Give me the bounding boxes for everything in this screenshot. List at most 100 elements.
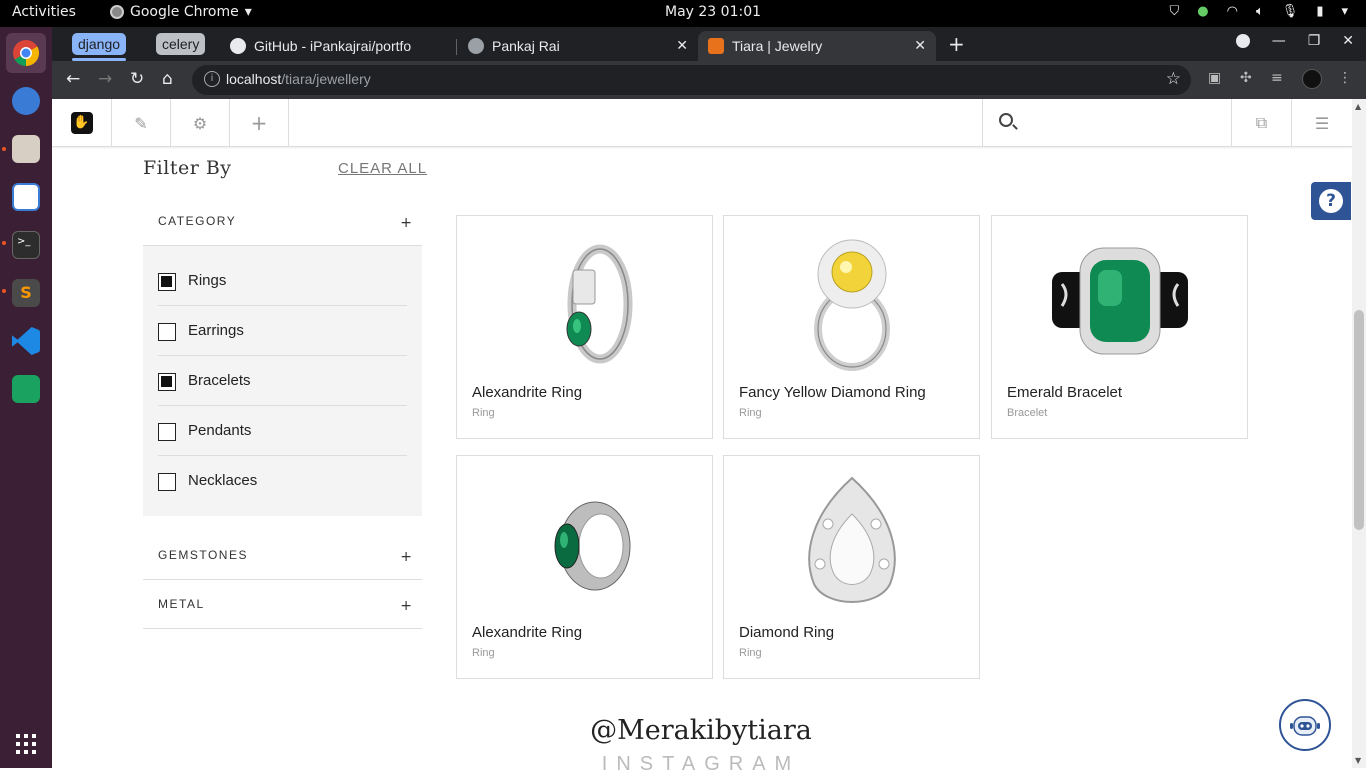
text-editor-icon (12, 183, 40, 211)
update-icon[interactable]: ● (1197, 4, 1208, 19)
app-menu[interactable]: Google Chrome ▾ (110, 4, 252, 20)
tab-title: Pankaj Rai (492, 38, 560, 54)
product-card[interactable]: Alexandrite Ring Ring (456, 455, 713, 679)
profile-avatar[interactable] (1302, 69, 1322, 89)
media-control-icon[interactable]: ≡ (1271, 70, 1289, 88)
facet-metal-header[interactable]: METAL + (143, 580, 422, 629)
help-button[interactable]: ? (1311, 182, 1351, 220)
volume-icon[interactable]: 🔈︎ (1256, 4, 1264, 19)
product-name[interactable]: Emerald Bracelet (1007, 384, 1122, 401)
dock-vscode[interactable] (6, 321, 46, 361)
dock-files[interactable] (6, 129, 46, 169)
tab-title: GitHub - iPankajrai/portfo (254, 38, 412, 54)
product-name[interactable]: Alexandrite Ring (472, 384, 582, 401)
tab-group-django[interactable]: django (72, 33, 127, 61)
checkbox[interactable] (158, 323, 176, 341)
product-name[interactable]: Alexandrite Ring (472, 624, 582, 641)
maximize-icon[interactable]: ❐ (1308, 33, 1321, 49)
cms-sitemap-button[interactable]: ⧉ (1232, 99, 1292, 147)
bookmark-star-icon[interactable]: ☆ (1166, 69, 1181, 89)
instagram-handle[interactable]: @Merakibytiara (0, 715, 1366, 746)
puzzle-icon[interactable]: ✣ (1240, 70, 1258, 88)
checkbox-checked[interactable] (158, 373, 176, 391)
cms-logo-icon: ✋ (70, 112, 93, 134)
checkbox[interactable] (158, 473, 176, 491)
product-card[interactable]: Emerald Bracelet Bracelet (991, 215, 1248, 439)
product-card[interactable]: Alexandrite Ring Ring (456, 215, 713, 439)
category-item-pendants[interactable]: Pendants (158, 406, 407, 456)
dock-app[interactable] (6, 369, 46, 409)
dock-text-editor[interactable] (6, 177, 46, 217)
tab-github[interactable]: GitHub - iPankajrai/portfo (220, 31, 456, 61)
wifi-icon[interactable]: ◠ (1227, 4, 1238, 19)
close-icon[interactable]: ✕ (914, 37, 926, 54)
expand-icon: + (400, 549, 412, 565)
new-tab-icon[interactable]: + (948, 32, 965, 56)
product-type: Ring (739, 407, 762, 419)
facet-category-header[interactable]: CATEGORY + (143, 196, 422, 246)
category-label: Rings (188, 272, 227, 289)
url-text[interactable]: localhost/tiara/jewellery (226, 71, 371, 87)
browser-toolbar: ← → ↻ ⌂ i localhost/tiara/jewellery ☆ ▣ … (52, 61, 1366, 99)
cms-edit-button[interactable]: ✎ (112, 99, 171, 147)
clock[interactable]: May 23 01:01 (665, 4, 761, 20)
product-name[interactable]: Diamond Ring (739, 624, 834, 641)
product-card[interactable]: Diamond Ring Ring (723, 455, 980, 679)
back-icon[interactable]: ← (66, 69, 80, 89)
kebab-menu-icon[interactable]: ⋮ (1338, 70, 1356, 88)
cms-settings-button[interactable]: ⚙ (171, 99, 230, 147)
forward-icon[interactable]: → (98, 69, 112, 89)
checkbox[interactable] (158, 423, 176, 441)
microphone-icon[interactable]: 🎙︎ (1282, 4, 1299, 19)
scrollbar-thumb[interactable] (1354, 310, 1364, 530)
minimize-icon[interactable]: — (1272, 33, 1286, 49)
tab-pankaj-rai[interactable]: Pankaj Rai ✕ (458, 31, 698, 61)
tab-tiara[interactable]: Tiara | Jewelry ✕ (698, 31, 936, 61)
cms-search-input[interactable] (982, 99, 1232, 147)
scroll-up-icon[interactable]: ▲ (1355, 102, 1361, 111)
product-name[interactable]: Fancy Yellow Diamond Ring (739, 384, 926, 401)
tab-group-celery[interactable]: celery (156, 33, 206, 55)
activities-button[interactable]: Activities (12, 4, 76, 20)
reload-icon[interactable]: ↻ (130, 69, 144, 89)
product-image-diamond-ring (807, 476, 896, 603)
system-tray[interactable]: ⛉ ● ◠ 🔈︎ 🎙︎ ▮ ▾ (1170, 4, 1348, 19)
checkbox-checked[interactable] (158, 273, 176, 291)
github-icon (230, 38, 246, 54)
dock-sublime[interactable]: S (6, 273, 46, 313)
product-image-alexandrite-ring (566, 244, 632, 364)
tab-title: Tiara | Jewelry (732, 38, 823, 54)
category-item-earrings[interactable]: Earrings (158, 306, 407, 356)
close-icon[interactable]: ✕ (676, 37, 688, 54)
home-icon[interactable]: ⌂ (162, 69, 173, 89)
chevron-down-icon[interactable]: ▾ (1341, 4, 1348, 19)
cms-panel-button[interactable]: ☰ (1292, 99, 1352, 147)
extension-icon[interactable]: ▣ (1208, 70, 1226, 88)
product-image-yellow-diamond-ring (813, 239, 890, 371)
facet-gemstones-header[interactable]: GEMSTONES + (143, 530, 422, 580)
battery-icon[interactable]: ▮ (1316, 4, 1323, 19)
dock-terminal[interactable]: >_ (6, 225, 46, 265)
tab-search-icon[interactable] (1235, 34, 1250, 48)
dock-chrome[interactable] (6, 33, 46, 73)
shield-icon[interactable]: ⛉ (1170, 4, 1180, 19)
dock-thunderbird[interactable] (6, 81, 46, 121)
facet-label: CATEGORY (158, 214, 237, 228)
cms-logo-button[interactable]: ✋ (52, 99, 112, 147)
category-list: Rings Earrings Bracelets Pendants Neckla… (143, 246, 422, 516)
product-type: Ring (739, 647, 762, 659)
category-item-bracelets[interactable]: Bracelets (158, 356, 407, 406)
cms-toolbar: ✋ ✎ ⚙ + ⧉ ☰ (52, 99, 1352, 147)
cms-add-button[interactable]: + (230, 99, 289, 147)
category-item-necklaces[interactable]: Necklaces (158, 456, 407, 506)
product-type: Ring (472, 647, 495, 659)
product-type: Bracelet (1007, 407, 1048, 419)
product-card[interactable]: Fancy Yellow Diamond Ring Ring (723, 215, 980, 439)
question-icon: ? (1319, 189, 1343, 213)
site-info-icon[interactable]: i (204, 71, 220, 87)
address-bar[interactable]: i localhost/tiara/jewellery ☆ (192, 65, 1191, 95)
clear-all-link[interactable]: CLEAR ALL (338, 160, 427, 177)
chrome-icon (110, 5, 124, 19)
category-item-rings[interactable]: Rings (158, 256, 407, 306)
close-window-icon[interactable]: ✕ (1342, 33, 1354, 49)
